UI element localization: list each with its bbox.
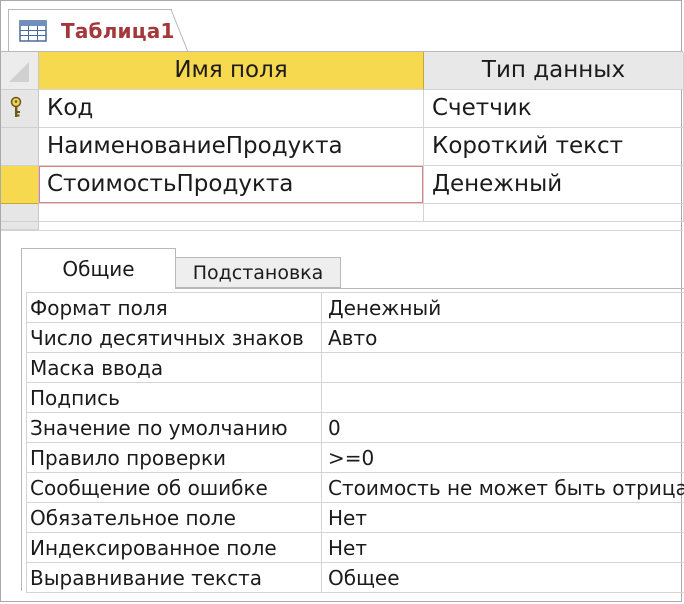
- property-value[interactable]: Общее: [322, 563, 684, 593]
- field-grid-header: Имя поля Тип данных: [1, 52, 684, 90]
- property-row-indexed: Индексированное поле Нет: [26, 533, 684, 563]
- corner-triangle: [9, 62, 29, 82]
- property-value[interactable]: [322, 383, 684, 413]
- property-value[interactable]: >=0: [322, 443, 684, 473]
- field-row: Код Счетчик: [1, 90, 684, 128]
- grid-bottom-row: [1, 222, 683, 230]
- property-label: Обязательное поле: [26, 503, 322, 533]
- property-row-validation-text: Сообщение об ошибке Стоимость не может б…: [26, 473, 684, 503]
- column-header-field-name[interactable]: Имя поля: [39, 52, 424, 90]
- data-type-cell-empty[interactable]: [424, 204, 684, 222]
- field-name-cell[interactable]: Код: [39, 90, 424, 128]
- row-selector-partial: [1, 222, 39, 230]
- property-value[interactable]: Авто: [322, 323, 684, 353]
- document-tab-outline: [8, 9, 189, 52]
- pane-divider[interactable]: [1, 230, 683, 231]
- row-selector[interactable]: [1, 90, 39, 128]
- property-label: Маска ввода: [26, 353, 322, 383]
- property-row-required: Обязательное поле Нет: [26, 503, 684, 533]
- property-row-validation-rule: Правило проверки >=0: [26, 443, 684, 473]
- field-name-cell-empty[interactable]: [39, 204, 424, 222]
- column-header-data-type[interactable]: Тип данных: [424, 52, 684, 90]
- field-properties-grid: Формат поля Денежный Число десятичных зн…: [21, 288, 684, 593]
- data-type-cell[interactable]: Счетчик: [424, 90, 684, 128]
- row-selector-new[interactable]: [1, 204, 39, 222]
- data-type-cell[interactable]: Денежный: [424, 166, 684, 204]
- select-all-corner[interactable]: [1, 52, 39, 90]
- property-value[interactable]: Нет: [322, 503, 684, 533]
- field-row: НаименованиеПродукта Короткий текст: [1, 128, 684, 166]
- field-row-selected: СтоимостьПродукта Денежный: [1, 166, 684, 204]
- field-name-cell[interactable]: НаименованиеПродукта: [39, 128, 424, 166]
- property-label: Подпись: [26, 383, 322, 413]
- field-name-cell-active[interactable]: СтоимостьПродукта: [39, 166, 424, 204]
- data-type-cell[interactable]: Короткий текст: [424, 128, 684, 166]
- property-value[interactable]: Денежный: [322, 293, 684, 323]
- property-row-text-align: Выравнивание текста Общее: [26, 563, 684, 593]
- primary-key-icon: [10, 96, 22, 117]
- field-grid: Имя поля Тип данных Код Счетчик Наименов…: [1, 52, 684, 230]
- tab-lookup[interactable]: Подстановка: [176, 257, 341, 288]
- property-label: Число десятичных знаков: [26, 323, 322, 353]
- property-row-caption: Подпись: [26, 383, 684, 413]
- property-row-default-value: Значение по умолчанию 0: [26, 413, 684, 443]
- row-selector-current[interactable]: [1, 166, 39, 204]
- property-label: Формат поля: [26, 293, 322, 323]
- property-label: Значение по умолчанию: [26, 413, 322, 443]
- property-row-decimal-places: Число десятичных знаков Авто: [26, 323, 684, 353]
- property-value[interactable]: [322, 353, 684, 383]
- property-label: Правило проверки: [26, 443, 322, 473]
- property-row-input-mask: Маска ввода: [26, 353, 684, 383]
- property-value[interactable]: 0: [322, 413, 684, 443]
- table-design-window: Таблица1 Имя поля Тип данных Код Счетчик…: [0, 0, 684, 602]
- property-value[interactable]: Стоимость не может быть отрицательной: [322, 473, 684, 503]
- property-label: Выравнивание текста: [26, 563, 322, 593]
- tab-general[interactable]: Общие: [21, 248, 176, 289]
- property-label: Индексированное поле: [26, 533, 322, 563]
- property-row-format: Формат поля Денежный: [26, 293, 684, 323]
- row-selector[interactable]: [1, 128, 39, 166]
- property-label: Сообщение об ошибке: [26, 473, 322, 503]
- property-value[interactable]: Нет: [322, 533, 684, 563]
